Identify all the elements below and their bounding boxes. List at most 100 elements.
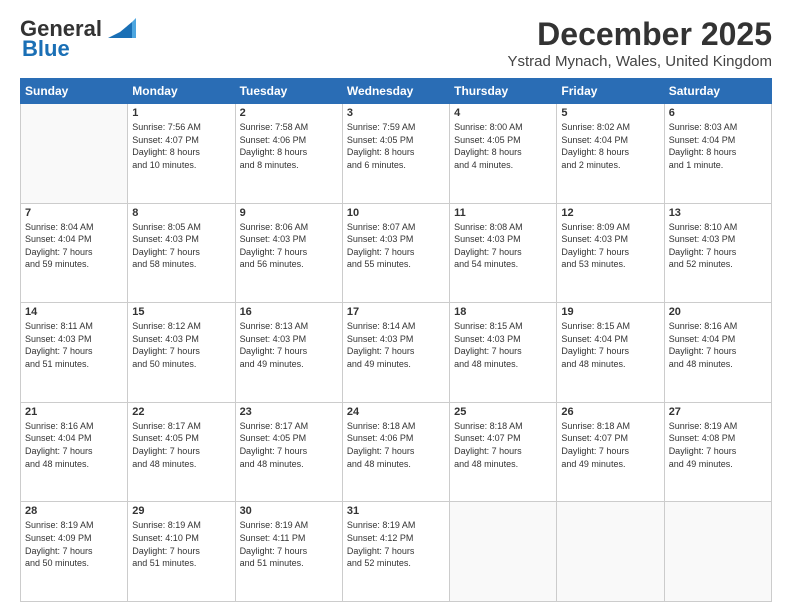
- day-number: 17: [347, 306, 445, 318]
- day-number: 16: [240, 306, 338, 318]
- day-number: 30: [240, 505, 338, 517]
- calendar-table: Sunday Monday Tuesday Wednesday Thursday…: [20, 78, 772, 602]
- table-row: 23 Sunrise: 8:17 AMSunset: 4:05 PMDayligh…: [235, 402, 342, 502]
- week-row-2: 14 Sunrise: 8:11 AMSunset: 4:03 PMDayligh…: [21, 303, 772, 403]
- day-info: Sunrise: 8:15 AMSunset: 4:03 PMDaylight:…: [454, 320, 552, 370]
- day-number: 24: [347, 406, 445, 418]
- table-row: 13 Sunrise: 8:10 AMSunset: 4:03 PMDayligh…: [664, 203, 771, 303]
- day-number: 29: [132, 505, 230, 517]
- page: General Blue December 2025 Ystrad Mynach…: [0, 0, 792, 612]
- table-row: 16 Sunrise: 8:13 AMSunset: 4:03 PMDayligh…: [235, 303, 342, 403]
- header-friday: Friday: [557, 79, 664, 104]
- day-number: 28: [25, 505, 123, 517]
- day-number: 6: [669, 107, 767, 119]
- day-info: Sunrise: 8:14 AMSunset: 4:03 PMDaylight:…: [347, 320, 445, 370]
- day-info: Sunrise: 8:16 AMSunset: 4:04 PMDaylight:…: [669, 320, 767, 370]
- table-row: 22 Sunrise: 8:17 AMSunset: 4:05 PMDayligh…: [128, 402, 235, 502]
- day-number: 4: [454, 107, 552, 119]
- day-number: 26: [561, 406, 659, 418]
- header-saturday: Saturday: [664, 79, 771, 104]
- header-monday: Monday: [128, 79, 235, 104]
- day-info: Sunrise: 8:19 AMSunset: 4:10 PMDaylight:…: [132, 519, 230, 569]
- table-row: 27 Sunrise: 8:19 AMSunset: 4:08 PMDayligh…: [664, 402, 771, 502]
- week-row-0: 1 Sunrise: 7:56 AMSunset: 4:07 PMDaylight…: [21, 104, 772, 204]
- day-number: 12: [561, 207, 659, 219]
- day-number: 11: [454, 207, 552, 219]
- day-number: 21: [25, 406, 123, 418]
- table-row: 3Sunrise: 7:59 AMSunset: 4:05 PMDaylight…: [342, 104, 449, 204]
- header: General Blue December 2025 Ystrad Mynach…: [20, 16, 772, 70]
- day-info: Sunrise: 7:56 AMSunset: 4:07 PMDaylight:…: [132, 121, 230, 171]
- day-info: Sunrise: 8:17 AMSunset: 4:05 PMDaylight:…: [132, 420, 230, 470]
- day-number: 5: [561, 107, 659, 119]
- day-info: Sunrise: 8:09 AMSunset: 4:03 PMDaylight:…: [561, 221, 659, 271]
- table-row: [450, 502, 557, 602]
- calendar-header-row: Sunday Monday Tuesday Wednesday Thursday…: [21, 79, 772, 104]
- table-row: 7 Sunrise: 8:04 AMSunset: 4:04 PMDaylight…: [21, 203, 128, 303]
- day-number: 23: [240, 406, 338, 418]
- table-row: 21 Sunrise: 8:16 AMSunset: 4:04 PMDayligh…: [21, 402, 128, 502]
- day-number: 25: [454, 406, 552, 418]
- table-row: 10Sunrise: 8:07 AMSunset: 4:03 PMDayligh…: [342, 203, 449, 303]
- table-row: 9 Sunrise: 8:06 AMSunset: 4:03 PMDaylight…: [235, 203, 342, 303]
- day-info: Sunrise: 8:15 AMSunset: 4:04 PMDaylight:…: [561, 320, 659, 370]
- day-info: Sunrise: 8:18 AMSunset: 4:06 PMDaylight:…: [347, 420, 445, 470]
- header-thursday: Thursday: [450, 79, 557, 104]
- day-number: 2: [240, 107, 338, 119]
- day-number: 8: [132, 207, 230, 219]
- day-info: Sunrise: 8:00 AMSunset: 4:05 PMDaylight:…: [454, 121, 552, 171]
- table-row: 1 Sunrise: 7:56 AMSunset: 4:07 PMDaylight…: [128, 104, 235, 204]
- table-row: [21, 104, 128, 204]
- day-number: 20: [669, 306, 767, 318]
- day-number: 22: [132, 406, 230, 418]
- table-row: [664, 502, 771, 602]
- day-info: Sunrise: 8:06 AMSunset: 4:03 PMDaylight:…: [240, 221, 338, 271]
- day-number: 7: [25, 207, 123, 219]
- day-number: 27: [669, 406, 767, 418]
- logo-blue: Blue: [22, 36, 70, 62]
- table-row: 17 Sunrise: 8:14 AMSunset: 4:03 PMDayligh…: [342, 303, 449, 403]
- day-number: 3: [347, 107, 445, 119]
- location: Ystrad Mynach, Wales, United Kingdom: [507, 53, 772, 70]
- table-row: 31Sunrise: 8:19 AMSunset: 4:12 PMDayligh…: [342, 502, 449, 602]
- day-number: 1: [132, 107, 230, 119]
- day-info: Sunrise: 8:11 AMSunset: 4:03 PMDaylight:…: [25, 320, 123, 370]
- week-row-1: 7 Sunrise: 8:04 AMSunset: 4:04 PMDaylight…: [21, 203, 772, 303]
- day-info: Sunrise: 8:16 AMSunset: 4:04 PMDaylight:…: [25, 420, 123, 470]
- table-row: 6 Sunrise: 8:03 AMSunset: 4:04 PMDaylight…: [664, 104, 771, 204]
- table-row: 2 Sunrise: 7:58 AMSunset: 4:06 PMDaylight…: [235, 104, 342, 204]
- week-row-4: 28Sunrise: 8:19 AMSunset: 4:09 PMDayligh…: [21, 502, 772, 602]
- table-row: 8 Sunrise: 8:05 AMSunset: 4:03 PMDaylight…: [128, 203, 235, 303]
- day-info: Sunrise: 7:58 AMSunset: 4:06 PMDaylight:…: [240, 121, 338, 171]
- title-section: December 2025 Ystrad Mynach, Wales, Unit…: [507, 16, 772, 70]
- table-row: 19Sunrise: 8:15 AMSunset: 4:04 PMDayligh…: [557, 303, 664, 403]
- table-row: 24 Sunrise: 8:18 AMSunset: 4:06 PMDayligh…: [342, 402, 449, 502]
- month-title: December 2025: [507, 16, 772, 53]
- day-number: 13: [669, 207, 767, 219]
- day-info: Sunrise: 8:05 AMSunset: 4:03 PMDaylight:…: [132, 221, 230, 271]
- day-info: Sunrise: 8:19 AMSunset: 4:08 PMDaylight:…: [669, 420, 767, 470]
- day-number: 18: [454, 306, 552, 318]
- week-row-3: 21 Sunrise: 8:16 AMSunset: 4:04 PMDayligh…: [21, 402, 772, 502]
- day-number: 10: [347, 207, 445, 219]
- day-info: Sunrise: 8:04 AMSunset: 4:04 PMDaylight:…: [25, 221, 123, 271]
- table-row: 5 Sunrise: 8:02 AMSunset: 4:04 PMDaylight…: [557, 104, 664, 204]
- day-info: Sunrise: 8:13 AMSunset: 4:03 PMDaylight:…: [240, 320, 338, 370]
- logo: General Blue: [20, 16, 136, 62]
- header-tuesday: Tuesday: [235, 79, 342, 104]
- table-row: 15 Sunrise: 8:12 AMSunset: 4:03 PMDayligh…: [128, 303, 235, 403]
- table-row: 18 Sunrise: 8:15 AMSunset: 4:03 PMDayligh…: [450, 303, 557, 403]
- day-info: Sunrise: 8:12 AMSunset: 4:03 PMDaylight:…: [132, 320, 230, 370]
- day-info: Sunrise: 8:10 AMSunset: 4:03 PMDaylight:…: [669, 221, 767, 271]
- logo-icon: [104, 18, 136, 40]
- day-info: Sunrise: 8:03 AMSunset: 4:04 PMDaylight:…: [669, 121, 767, 171]
- table-row: 28Sunrise: 8:19 AMSunset: 4:09 PMDayligh…: [21, 502, 128, 602]
- table-row: 29 Sunrise: 8:19 AMSunset: 4:10 PMDayligh…: [128, 502, 235, 602]
- table-row: 11Sunrise: 8:08 AMSunset: 4:03 PMDayligh…: [450, 203, 557, 303]
- day-number: 15: [132, 306, 230, 318]
- day-info: Sunrise: 8:17 AMSunset: 4:05 PMDaylight:…: [240, 420, 338, 470]
- day-info: Sunrise: 8:02 AMSunset: 4:04 PMDaylight:…: [561, 121, 659, 171]
- day-info: Sunrise: 8:18 AMSunset: 4:07 PMDaylight:…: [561, 420, 659, 470]
- day-number: 14: [25, 306, 123, 318]
- day-number: 9: [240, 207, 338, 219]
